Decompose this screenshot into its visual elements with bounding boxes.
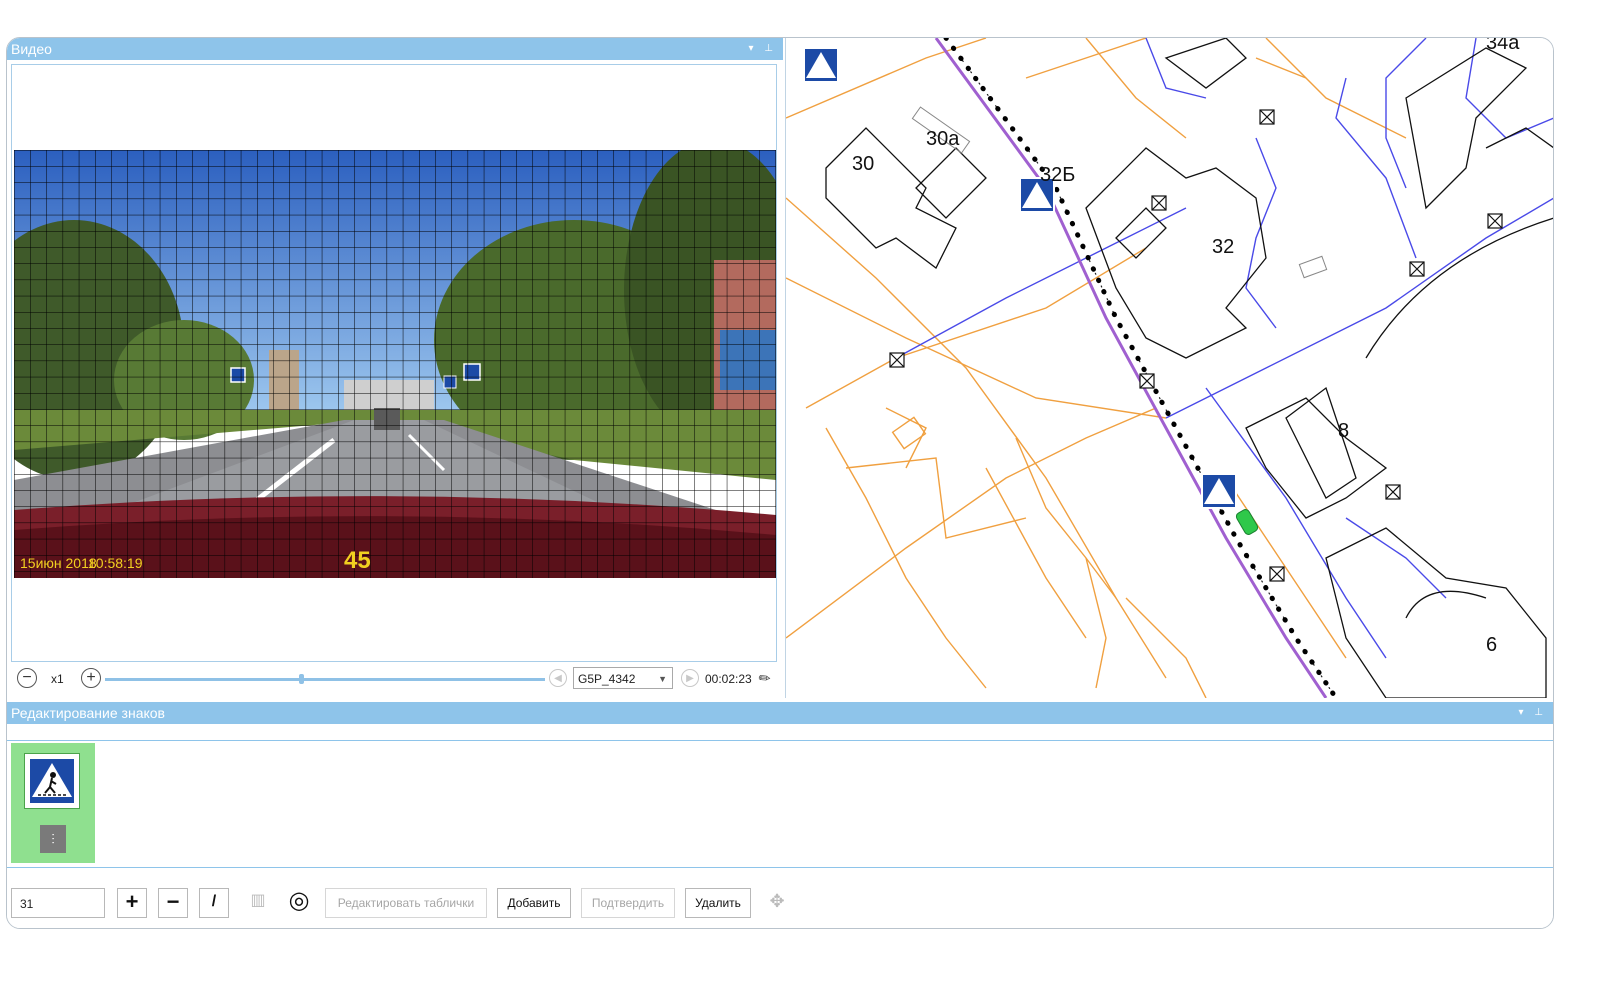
building-label: 30a: [926, 128, 960, 150]
building-label: 6: [1486, 634, 1498, 656]
video-controls: − x1 + ◀ G5P_4342 ▼ ▶ 00:02:23 ✎: [11, 664, 779, 694]
zoom-out-icon[interactable]: −: [17, 668, 37, 688]
plate-icon[interactable]: ▥: [243, 888, 273, 918]
add-button[interactable]: Добавить: [497, 888, 571, 918]
video-frame[interactable]: 15июн 2018 10:58:19 45: [14, 150, 776, 578]
sign-card-selected[interactable]: ⫶: [11, 743, 95, 863]
plate-icon[interactable]: ⫶: [40, 825, 66, 853]
file-select-value: G5P_4342: [578, 672, 636, 686]
building-label: 32: [1212, 236, 1235, 258]
sign-editing-panel: Редактирование знаков ▾ ⊥ ⫶ 31 + − / ▥ ◎…: [7, 702, 1553, 928]
playback-slider-thumb[interactable]: [298, 674, 304, 684]
ruler-icon[interactable]: ✎: [755, 668, 775, 689]
building-label: 30: [852, 153, 875, 175]
building-label: 34a: [1486, 38, 1520, 54]
sign-toolbar: 31 + − / ▥ ◎ Редактировать таблички Доба…: [7, 886, 1553, 926]
delete-button[interactable]: Удалить: [685, 888, 751, 918]
elapsed-time: 00:02:23: [705, 672, 752, 686]
sign-editing-title: Редактирование знаков: [11, 705, 165, 721]
video-time: 10:58:19: [88, 555, 143, 571]
video-speed: 45: [344, 547, 371, 574]
pin-icon[interactable]: ▾ ⊥: [1518, 702, 1547, 724]
application-window: Видео ▾ ⊥ 15июн 2018 10:58:19 45 − x1 + …: [6, 37, 1554, 929]
video-panel-title: Видео: [11, 41, 52, 57]
pedestrian-crossing-sign-icon: [24, 753, 80, 809]
video-viewport[interactable]: 15июн 2018 10:58:19 45: [11, 64, 777, 662]
move-icon[interactable]: ✥: [762, 888, 792, 918]
pin-icon[interactable]: ▾ ⊥: [748, 38, 777, 60]
minus-icon[interactable]: −: [158, 888, 188, 918]
file-select[interactable]: G5P_4342 ▼: [573, 667, 673, 689]
confirm-button[interactable]: Подтвердить: [581, 888, 675, 918]
playback-slider[interactable]: [105, 678, 545, 681]
prev-icon[interactable]: ◀: [549, 669, 567, 687]
sign-number-input[interactable]: 31: [11, 888, 105, 918]
building-label: 32Б: [1040, 164, 1076, 186]
target-icon[interactable]: ◎: [284, 888, 314, 918]
plus-icon[interactable]: +: [117, 888, 147, 918]
next-icon[interactable]: ▶: [681, 669, 699, 687]
chevron-down-icon: ▼: [658, 674, 667, 684]
video-panel-header: Видео ▾ ⊥: [7, 38, 783, 60]
edit-plates-button[interactable]: Редактировать таблички: [325, 888, 487, 918]
video-date: 15июн 2018: [20, 555, 97, 571]
zoom-in-icon[interactable]: +: [81, 668, 101, 688]
building-label: 8: [1338, 420, 1350, 442]
sign-list: ⫶: [7, 740, 1553, 868]
map-panel[interactable]: 30 30a 32Б 32 34a 8 6: [785, 38, 1553, 698]
pencil-icon[interactable]: /: [199, 888, 229, 918]
sign-editing-header: Редактирование знаков ▾ ⊥: [7, 702, 1553, 724]
video-panel: Видео ▾ ⊥ 15июн 2018 10:58:19 45 − x1 + …: [7, 38, 783, 698]
zoom-level: x1: [51, 672, 64, 686]
